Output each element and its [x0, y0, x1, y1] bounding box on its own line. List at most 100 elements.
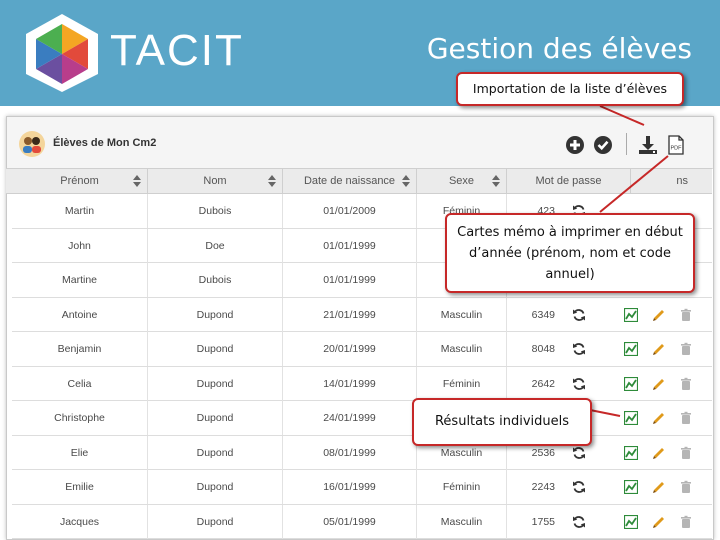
delete-student-button[interactable] — [679, 308, 693, 322]
delete-student-button[interactable] — [679, 377, 693, 391]
table-row: Benjamin Dupond 20/01/1999 Masculin 8048 — [12, 332, 712, 367]
pencil-icon — [653, 516, 664, 528]
sort-icon[interactable] — [133, 175, 141, 187]
sort-icon[interactable] — [268, 175, 276, 187]
cell-mot-de-passe: 2243 — [531, 481, 555, 493]
view-results-button[interactable] — [624, 307, 638, 322]
edit-student-button[interactable] — [652, 446, 666, 460]
regenerate-password-button[interactable] — [572, 515, 586, 529]
column-nom[interactable]: Nom — [148, 169, 283, 193]
brand-name: TACIT — [110, 26, 244, 75]
edit-student-button[interactable] — [652, 515, 666, 529]
cell-prenom: Celia — [12, 366, 148, 401]
column-actions: ns — [631, 169, 712, 193]
table-header: Prénom Nom Date de naissance Sexe Mot de… — [6, 168, 712, 194]
edit-student-button[interactable] — [652, 342, 666, 356]
class-avatar-icon — [19, 131, 45, 157]
pencil-icon — [653, 378, 664, 390]
regenerate-password-button[interactable] — [572, 480, 586, 494]
column-prenom[interactable]: Prénom — [12, 169, 148, 193]
cell-mot-de-passe: 2642 — [531, 377, 555, 390]
trash-icon — [681, 515, 691, 528]
edit-student-button[interactable] — [652, 411, 666, 425]
view-results-button[interactable] — [624, 445, 638, 460]
regenerate-password-button[interactable] — [572, 377, 586, 391]
cell-prenom: Martin — [12, 194, 148, 228]
cell-prenom: Benjamin — [12, 332, 148, 366]
results-chart-icon — [624, 445, 638, 460]
cell-date-naissance: 01/01/2009 — [283, 194, 417, 228]
results-chart-icon — [624, 411, 638, 425]
results-chart-icon — [624, 307, 638, 322]
view-results-button[interactable] — [624, 376, 638, 391]
cell-prenom: Elie — [12, 435, 148, 470]
cell-nom: Dupond — [148, 366, 283, 401]
import-button[interactable] — [638, 135, 658, 155]
delete-student-button[interactable] — [679, 411, 693, 425]
delete-student-button[interactable] — [679, 446, 693, 460]
view-results-button[interactable] — [624, 342, 638, 356]
refresh-icon — [573, 481, 585, 493]
print-cards-button[interactable]: PDF — [666, 135, 686, 155]
pencil-icon — [653, 413, 664, 424]
pdf-icon: PDF — [668, 135, 684, 155]
column-mot-de-passe[interactable]: Mot de passe — [507, 169, 631, 193]
sort-icon[interactable] — [402, 175, 410, 187]
regenerate-password-button[interactable] — [572, 308, 586, 322]
column-date-naissance[interactable]: Date de naissance — [283, 169, 417, 193]
cell-nom: Doe — [148, 228, 283, 263]
cell-nom: Dupond — [148, 504, 283, 539]
regenerate-password-button[interactable] — [572, 446, 586, 460]
cell-date-naissance: 08/01/1999 — [283, 435, 417, 470]
trash-icon — [681, 308, 691, 321]
trash-icon — [681, 480, 691, 493]
column-prenom-label: Prénom — [60, 175, 99, 187]
cell-nom: Dupond — [148, 435, 283, 470]
cell-nom: Dupond — [148, 297, 283, 332]
table-row: Antoine Dupond 21/01/1999 Masculin 6349 — [12, 297, 712, 332]
plus-circle-icon — [566, 136, 584, 154]
regenerate-password-button[interactable] — [572, 342, 586, 356]
tacit-logo — [26, 14, 98, 92]
pencil-icon — [653, 447, 664, 459]
view-results-button[interactable] — [624, 480, 638, 494]
pencil-icon — [653, 482, 664, 493]
refresh-icon — [573, 377, 585, 390]
view-results-button[interactable] — [624, 411, 638, 425]
delete-student-button[interactable] — [679, 515, 693, 529]
cell-prenom: John — [12, 228, 148, 263]
refresh-icon — [573, 446, 585, 459]
column-sexe[interactable]: Sexe — [417, 169, 507, 193]
slide-title: Gestion des élèves — [426, 32, 692, 65]
trash-icon — [681, 446, 691, 459]
results-chart-icon — [624, 342, 638, 356]
delete-student-button[interactable] — [679, 342, 693, 356]
cell-prenom: Emilie — [12, 470, 148, 504]
cell-date-naissance: 16/01/1999 — [283, 470, 417, 504]
sort-icon[interactable] — [492, 175, 500, 187]
delete-student-button[interactable] — [679, 480, 693, 494]
trash-icon — [681, 411, 691, 424]
cell-sexe: Masculin — [417, 504, 507, 539]
edit-student-button[interactable] — [652, 308, 666, 322]
table-row: Emilie Dupond 16/01/1999 Féminin 2243 — [12, 470, 712, 505]
edit-student-button[interactable] — [652, 377, 666, 391]
cell-date-naissance: 05/01/1999 — [283, 504, 417, 539]
edit-student-button[interactable] — [652, 480, 666, 494]
results-chart-icon — [624, 376, 638, 391]
results-chart-icon — [624, 480, 638, 494]
cell-nom: Dubois — [148, 194, 283, 228]
pencil-icon — [653, 344, 664, 355]
column-sexe-label: Sexe — [448, 175, 475, 187]
refresh-icon — [573, 515, 585, 528]
table-row: Elie Dupond 08/01/1999 Masculin 2536 — [12, 435, 712, 470]
add-student-button[interactable] — [565, 135, 585, 155]
validate-button[interactable] — [593, 135, 613, 155]
trash-icon — [681, 377, 691, 390]
download-icon — [639, 136, 657, 154]
cell-sexe: Masculin — [417, 332, 507, 366]
view-results-button[interactable] — [624, 514, 638, 529]
cell-mot-de-passe: 8048 — [531, 343, 555, 355]
cell-prenom: Antoine — [12, 297, 148, 332]
toolbar-separator — [626, 133, 627, 155]
